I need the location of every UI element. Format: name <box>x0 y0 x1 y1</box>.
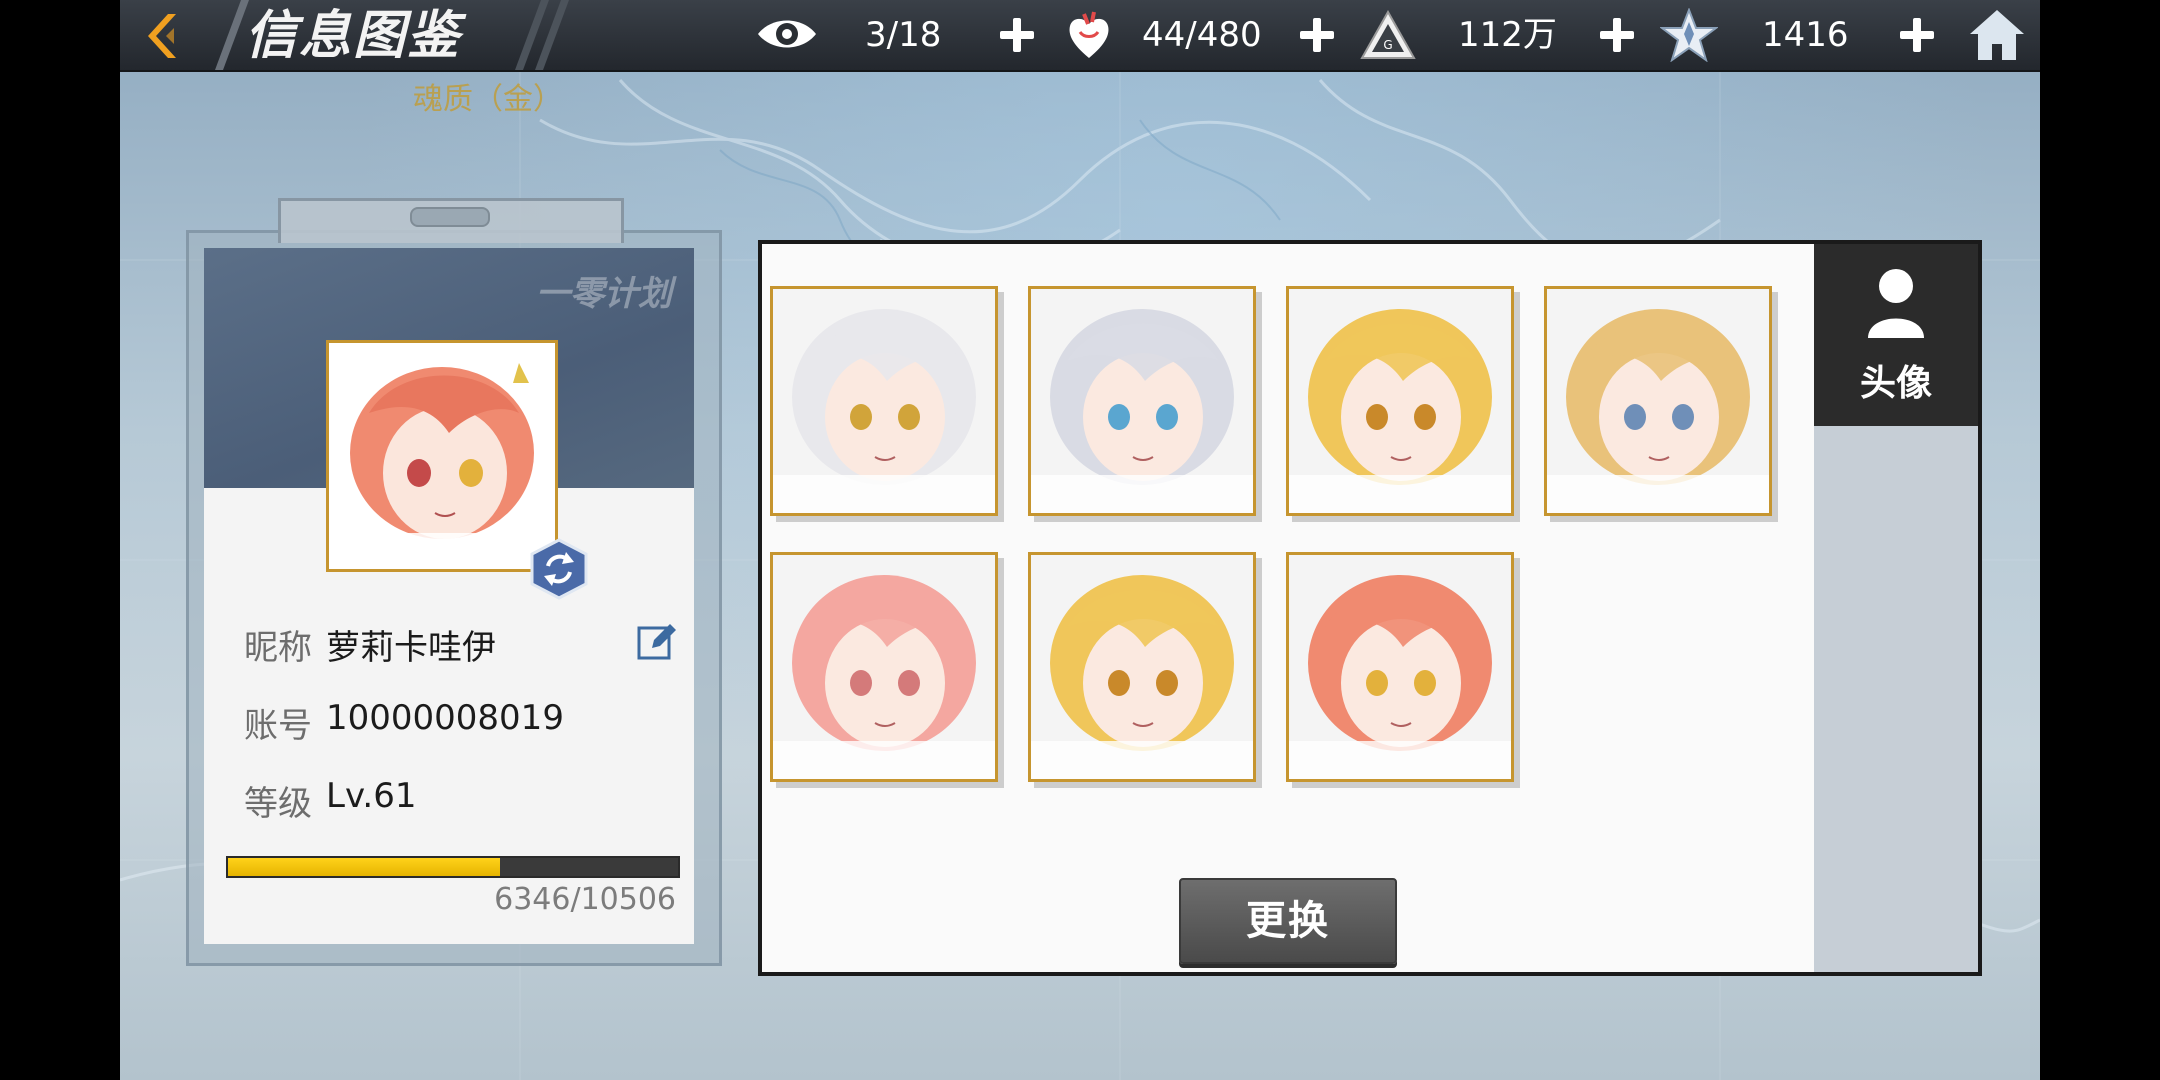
game-stage: 信息图鉴 3/18 44/480 G 112万 1416 魂质（金） 一零计划 … <box>120 0 2040 1080</box>
portrait-image <box>773 289 995 513</box>
xp-progress-bar <box>226 856 680 878</box>
edit-nickname-icon[interactable] <box>636 622 676 662</box>
avatar-salmon-hair-selected[interactable] <box>1286 552 1514 782</box>
portrait-image <box>773 555 995 779</box>
page-subtitle: 魂质（金） <box>413 82 563 117</box>
avatar-white-hair-horns[interactable] <box>770 286 998 516</box>
xp-progress-text: 6346/10506 <box>494 882 676 917</box>
portrait-image <box>1289 555 1511 779</box>
add-stamina-button[interactable] <box>1298 16 1336 54</box>
portrait-image <box>1031 289 1253 513</box>
person-icon <box>1868 269 1924 338</box>
stamina-value: 44/480 <box>1142 15 1262 55</box>
tab-avatar-label: 头像 <box>1859 362 1932 404</box>
add-vision-button[interactable] <box>998 16 1036 54</box>
svg-text:G: G <box>1383 38 1392 52</box>
profile-card: 一零计划 昵称 萝莉卡哇伊 账号 10000008019 等级 Lv.61 63… <box>204 248 694 944</box>
nickname-label: 昵称 <box>244 628 312 668</box>
back-arrow-icon[interactable] <box>138 8 194 64</box>
portrait-image <box>1547 289 1769 513</box>
avatar-red-hood-blonde-2[interactable] <box>1028 552 1256 782</box>
level-label: 等级 <box>244 784 312 824</box>
page-title: 信息图鉴 <box>245 5 462 66</box>
project-logo: 一零计划 <box>536 274 672 314</box>
avatar-red-hood-blonde[interactable] <box>1286 286 1514 516</box>
tab-avatar[interactable]: 头像 <box>1814 244 1978 426</box>
current-avatar <box>326 340 558 572</box>
portrait-image <box>1031 555 1253 779</box>
refresh-avatar-icon[interactable] <box>528 538 590 600</box>
avatar-blonde-long-hair[interactable] <box>1544 286 1772 516</box>
star-crystal-icon <box>1660 8 1718 62</box>
account-value: 10000008019 <box>326 698 564 738</box>
crystal-value: 1416 <box>1762 15 1849 55</box>
account-label: 账号 <box>244 706 312 746</box>
avatar-pink-hair-blade[interactable] <box>770 552 998 782</box>
card-clip-slot <box>410 207 490 227</box>
vision-value: 3/18 <box>865 15 942 55</box>
top-bar: 信息图鉴 3/18 44/480 G 112万 1416 <box>120 0 2040 72</box>
portrait-image <box>1289 289 1511 513</box>
xp-progress-fill <box>228 858 500 876</box>
eye-icon <box>758 20 816 48</box>
currency-value: 112万 <box>1458 15 1557 55</box>
avatar-portrait-image <box>329 343 555 569</box>
add-currency-button[interactable] <box>1598 16 1636 54</box>
triangle-emblem-icon: G <box>1360 10 1416 59</box>
heart-icon <box>1069 11 1109 58</box>
add-crystal-button[interactable] <box>1898 16 1936 54</box>
level-value: Lv.61 <box>326 776 417 816</box>
home-icon[interactable] <box>1968 6 2026 64</box>
avatar-silver-hair-ribbons[interactable] <box>1028 286 1256 516</box>
nickname-value: 萝莉卡哇伊 <box>326 628 496 668</box>
change-avatar-button[interactable]: 更换 <box>1179 878 1397 964</box>
